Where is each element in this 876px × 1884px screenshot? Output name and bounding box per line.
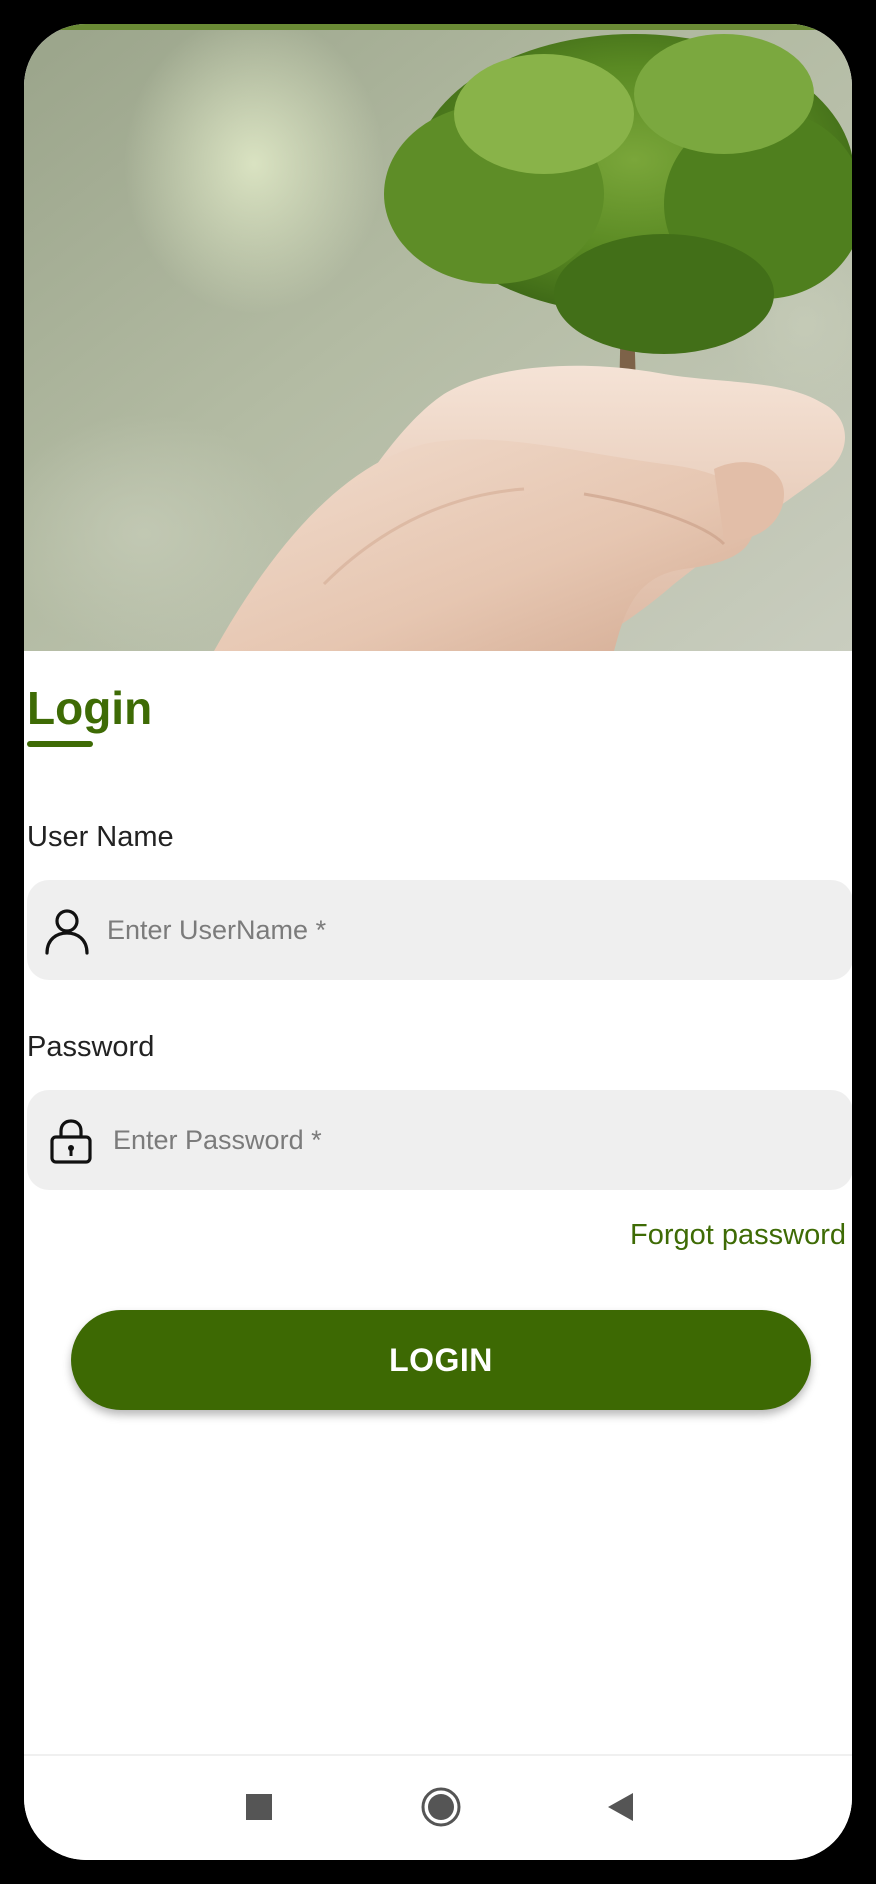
username-label: User Name [27,821,174,853]
hero-image [24,24,852,651]
recents-button[interactable] [234,1784,284,1834]
square-icon [245,1793,273,1826]
password-field[interactable] [27,1090,852,1190]
hands-holding-tree-image [24,24,852,651]
page-title: Login [27,682,153,734]
username-field[interactable] [27,880,852,980]
password-label: Password [27,1031,155,1063]
triangle-back-icon [605,1791,637,1828]
user-icon [43,907,91,955]
circle-icon [420,1786,462,1833]
back-button[interactable] [596,1784,646,1834]
login-button[interactable]: LOGIN [71,1310,811,1410]
system-navigation-bar [24,1756,852,1860]
home-button[interactable] [416,1784,466,1834]
phone-screen: Login User Name Password Forgot password… [24,24,852,1860]
title-underline [27,741,93,747]
password-input[interactable] [113,1090,833,1190]
username-input[interactable] [107,880,827,980]
forgot-password-link[interactable]: Forgot password [630,1218,846,1253]
lock-icon [47,1117,95,1165]
